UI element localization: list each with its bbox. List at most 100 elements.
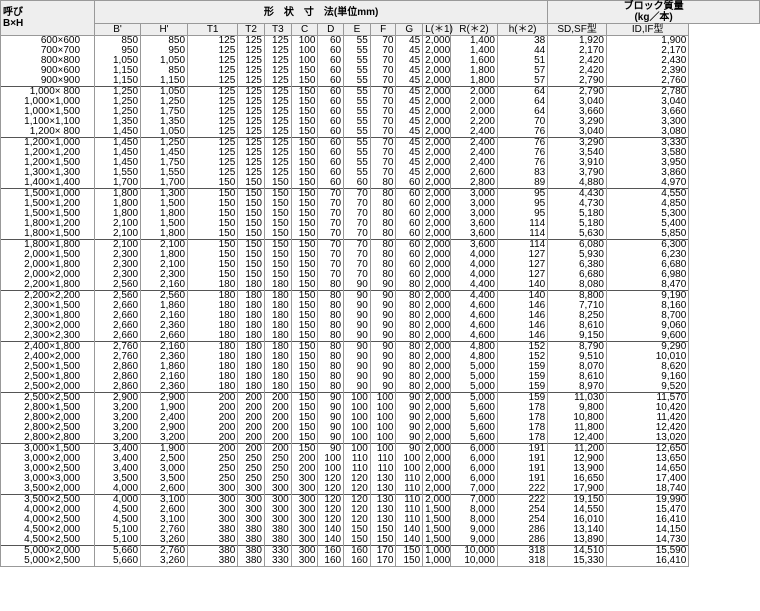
value-cell: 300 bbox=[290, 474, 319, 484]
value-cell: 70 bbox=[317, 260, 345, 270]
value-cell: 250 bbox=[264, 474, 292, 484]
value-cell: 950 bbox=[140, 46, 189, 56]
value-cell: 80 bbox=[317, 382, 345, 393]
value-cell: 5,300 bbox=[605, 209, 690, 219]
value-cell: 180 bbox=[237, 382, 265, 393]
value-cell: 159 bbox=[496, 382, 549, 393]
value-cell: 2,170 bbox=[547, 46, 607, 56]
value-cell: 55 bbox=[343, 158, 371, 168]
value-cell: 2,000 bbox=[422, 352, 451, 362]
nominal-size-cell: 4,000×2,000 bbox=[0, 505, 96, 515]
value-cell: 150 bbox=[290, 199, 319, 209]
value-cell: 8,970 bbox=[547, 382, 607, 393]
value-cell: 2,390 bbox=[605, 66, 690, 76]
value-cell: 1,550 bbox=[140, 168, 189, 178]
value-cell: 2,000 bbox=[422, 46, 451, 56]
value-cell: 300 bbox=[290, 545, 319, 556]
value-cell: 4,000 bbox=[94, 484, 142, 495]
value-cell: 114 bbox=[496, 219, 549, 229]
value-cell: 60 bbox=[395, 188, 424, 199]
value-cell: 850 bbox=[140, 35, 189, 46]
value-cell: 2,400 bbox=[140, 413, 189, 423]
value-cell: 12,400 bbox=[547, 433, 607, 444]
table-row: 2,800×1,500 3,200 1,900 200 200 200 150 90 100 10… bbox=[0, 403, 760, 413]
nominal-size-cell: 2,200×1,800 bbox=[0, 280, 96, 291]
value-cell: 9,150 bbox=[547, 331, 607, 342]
table-row: 900×900 1,150 1,150 125 125 125 150 60 55 70 45 2,0… bbox=[0, 76, 760, 87]
value-cell: 150 bbox=[290, 352, 319, 362]
table-row: 2,200×2,200 2,560 2,560 180 180 180 150 80 90 90 8… bbox=[0, 290, 760, 301]
value-cell: 2,400 bbox=[449, 148, 498, 158]
value-cell: 180 bbox=[237, 301, 265, 311]
value-cell: 70 bbox=[369, 46, 397, 56]
value-cell: 90 bbox=[369, 341, 397, 352]
nominal-size-cell: 2,300×1,800 bbox=[0, 311, 96, 321]
value-cell: 6,380 bbox=[547, 260, 607, 270]
value-cell: 200 bbox=[187, 443, 239, 454]
value-cell: 2,000 bbox=[422, 341, 451, 352]
value-cell: 1,450 bbox=[94, 148, 142, 158]
value-cell: 70 bbox=[317, 229, 345, 240]
value-cell: 2,000 bbox=[422, 301, 451, 311]
value-cell: 1,700 bbox=[94, 178, 142, 189]
value-cell: 2,800 bbox=[449, 178, 498, 189]
nominal-size-cell: 3,000×2,500 bbox=[0, 464, 96, 474]
value-cell: 1,250 bbox=[94, 97, 142, 107]
value-cell: 191 bbox=[496, 443, 549, 454]
value-cell: 380 bbox=[187, 535, 239, 546]
value-cell: 2,000 bbox=[422, 321, 451, 331]
value-cell: 380 bbox=[237, 545, 265, 556]
column-header: H' bbox=[140, 23, 189, 36]
value-cell: 2,170 bbox=[605, 46, 690, 56]
value-cell: 2,160 bbox=[140, 311, 189, 321]
value-cell: 70 bbox=[369, 148, 397, 158]
value-cell: 1,500 bbox=[422, 525, 451, 535]
value-cell: 70 bbox=[343, 188, 371, 199]
value-cell: 300 bbox=[264, 494, 292, 505]
value-cell: 8,470 bbox=[605, 280, 690, 291]
value-cell: 2,600 bbox=[140, 484, 189, 495]
value-cell: 2,100 bbox=[94, 239, 142, 250]
table-row: 2,300×1,500 2,660 1,860 180 180 180 150 80 90 90 8… bbox=[0, 301, 760, 311]
table-row: 2,500×1,500 2,860 1,860 180 180 180 150 80 90 90 8… bbox=[0, 362, 760, 372]
value-cell: 8,620 bbox=[605, 362, 690, 372]
value-cell: 160 bbox=[317, 545, 345, 556]
table-row: 1,500×1,500 1,800 1,800 150 150 150 150 70 70 80 6… bbox=[0, 209, 760, 219]
nominal-size-cell: 5,000×2,000 bbox=[0, 545, 96, 556]
value-cell: 2,000 bbox=[422, 127, 451, 138]
value-cell: 180 bbox=[187, 352, 239, 362]
value-cell: 90 bbox=[343, 362, 371, 372]
value-cell: 1,500 bbox=[140, 219, 189, 229]
nominal-size-cell: 4,500×2,500 bbox=[0, 535, 96, 546]
value-cell: 80 bbox=[395, 382, 424, 393]
value-cell: 200 bbox=[187, 392, 239, 403]
value-cell: 180 bbox=[264, 352, 292, 362]
value-cell: 19,990 bbox=[605, 494, 690, 505]
nominal-size-header-top: 呼び bbox=[3, 7, 23, 18]
nominal-size-cell: 900×600 bbox=[0, 66, 96, 76]
value-cell: 380 bbox=[237, 525, 265, 535]
nominal-size-cell: 900×900 bbox=[0, 76, 96, 87]
value-cell: 60 bbox=[317, 107, 345, 117]
nominal-size-cell: 1,500×1,500 bbox=[0, 209, 96, 219]
value-cell: 150 bbox=[290, 280, 319, 291]
nominal-size-cell: 1,200× 800 bbox=[0, 127, 96, 138]
table-row: 1,800×1,500 2,100 1,800 150 150 150 150 70 70 80 6… bbox=[0, 229, 760, 240]
value-cell: 150 bbox=[290, 148, 319, 158]
value-cell: 2,100 bbox=[140, 260, 189, 270]
column-header: L(＊1) bbox=[422, 23, 453, 36]
value-cell: 250 bbox=[237, 474, 265, 484]
column-subheader-row: B' H' T1 T2 T3 C D E F G L(＊1) R(＊2) h(＊2) SD,SF型 ID,I… bbox=[1, 23, 760, 36]
value-cell: 70 bbox=[369, 86, 397, 97]
value-cell: 100 bbox=[369, 403, 397, 413]
value-cell: 70 bbox=[369, 76, 397, 87]
table-row: 2,300×2,000 2,660 2,360 180 180 180 150 80 90 90 8… bbox=[0, 321, 760, 331]
value-cell: 3,200 bbox=[94, 403, 142, 413]
value-cell: 2,000 bbox=[422, 433, 451, 444]
value-cell: 250 bbox=[264, 454, 292, 464]
value-cell: 90 bbox=[343, 290, 371, 301]
value-cell: 3,000 bbox=[449, 199, 498, 209]
value-cell: 55 bbox=[343, 127, 371, 138]
value-cell: 90 bbox=[343, 382, 371, 393]
value-cell: 152 bbox=[496, 341, 549, 352]
